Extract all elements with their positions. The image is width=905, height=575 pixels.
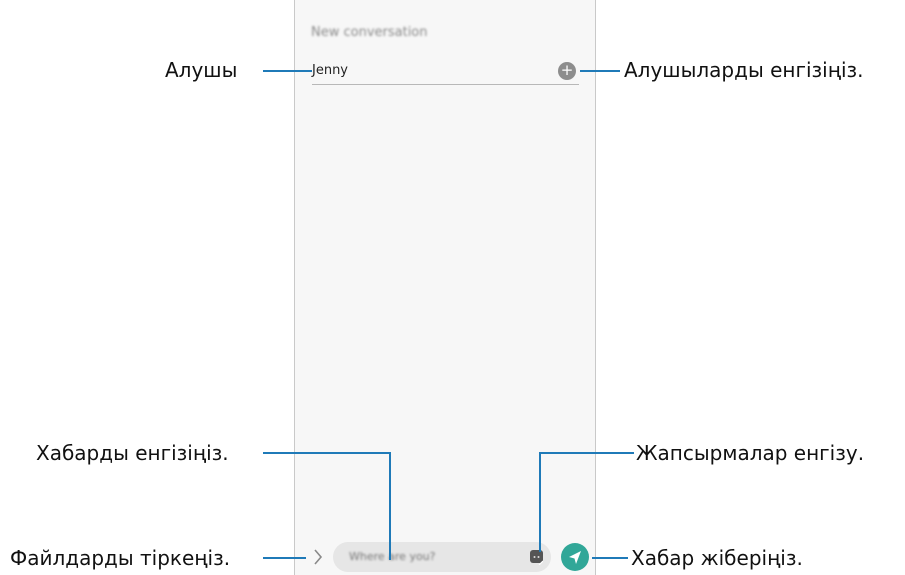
attach-files-callout: Файлдарды тіркеңіз. <box>10 546 231 570</box>
send-message-callout: Хабар жіберіңіз. <box>631 546 803 570</box>
add-stickers-line-v <box>539 452 541 552</box>
message-input-text: Where are you? <box>349 550 436 563</box>
recipient-callout-line <box>263 70 312 72</box>
plus-icon: + <box>560 61 574 79</box>
sticker-icon[interactable] <box>530 550 544 566</box>
send-message-callout-line <box>592 557 628 559</box>
add-recipients-callout: Алушыларды енгізіңіз. <box>624 58 864 82</box>
add-recipients-callout-line <box>580 70 620 72</box>
send-button[interactable] <box>561 543 589 571</box>
send-icon <box>569 551 581 564</box>
message-screen: New conversation Jenny + Where are you? <box>295 0 595 575</box>
add-recipient-button[interactable]: + <box>558 62 576 80</box>
attach-chevron-icon[interactable] <box>313 548 323 566</box>
add-stickers-callout: Жапсырмалар енгізу. <box>636 441 865 465</box>
enter-message-line-v <box>389 452 391 560</box>
recipient-field[interactable]: Jenny <box>312 63 348 78</box>
attach-files-callout-line <box>263 557 306 559</box>
message-input[interactable]: Where are you? <box>333 542 551 572</box>
add-stickers-line-h <box>539 452 634 454</box>
page-title: New conversation <box>311 25 428 40</box>
recipient-underline <box>312 84 579 85</box>
enter-message-callout: Хабарды енгізіңіз. <box>36 441 229 465</box>
recipient-callout: Алушы <box>165 58 238 82</box>
phone-screen: New conversation Jenny + Where are you? <box>294 0 596 575</box>
enter-message-line-h <box>263 452 391 454</box>
